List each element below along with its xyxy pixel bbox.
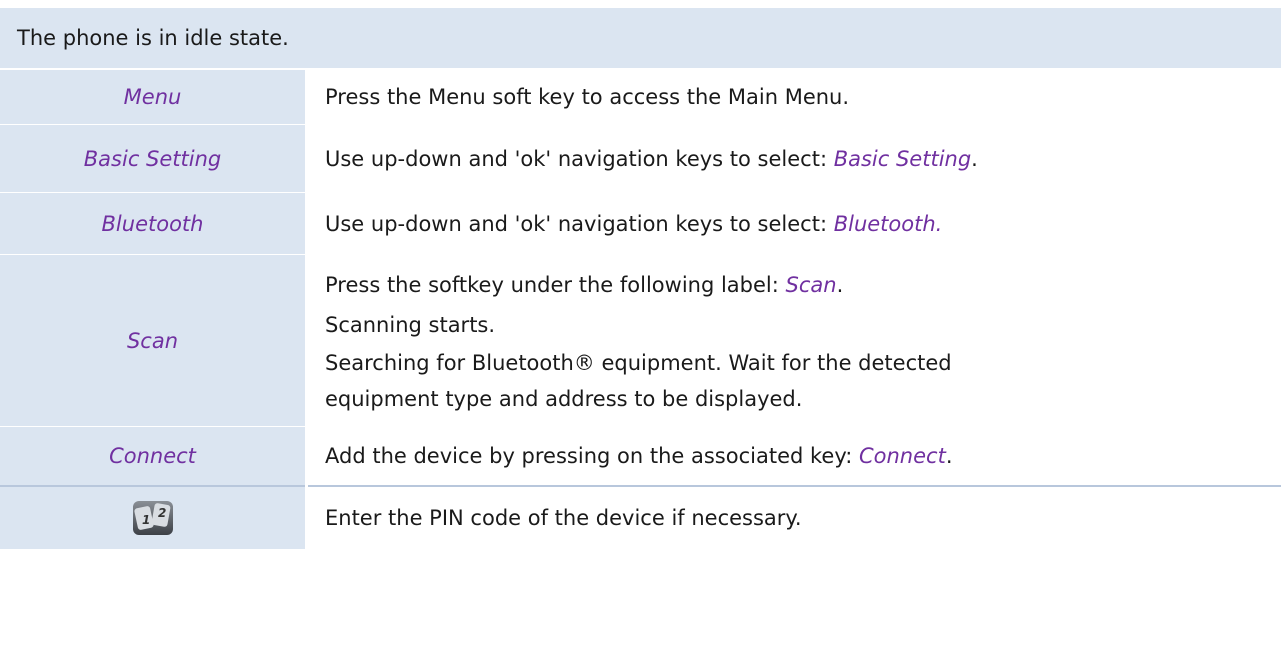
step-line-highlight: Scan [785,272,837,297]
step-desc-highlight: Bluetooth. [833,211,943,236]
step-desc-text: Add the device by pressing on the associ… [325,443,859,468]
svg-text:2: 2 [158,506,166,520]
header-text: The phone is in idle state. [17,26,289,50]
step-desc: Use up-down and 'ok' navigation keys to … [306,124,1281,193]
step-line-suffix: . [836,272,844,297]
step-desc-suffix: . [971,146,978,171]
svg-text:1: 1 [142,513,150,527]
procedure-document: The phone is in idle state. Menu Press t… [0,0,1281,664]
step-key-keypad: 1 2 [0,485,308,550]
step-row: Menu Press the Menu soft key to access t… [0,69,1281,125]
step-row: 1 2 Enter the PIN code of the device if … [0,485,1281,550]
step-line: Searching for Bluetooth® equipment. Wait… [325,350,952,375]
step-line: Scanning starts. [325,312,496,337]
step-line: Press the softkey under the following la… [325,265,1280,305]
step-row: Basic Setting Use up-down and 'ok' navig… [0,124,1281,193]
step-desc-highlight: Basic Setting [833,146,972,171]
step-key-basic-setting: Basic Setting [0,124,308,193]
step-desc: Add the device by pressing on the associ… [306,426,1281,487]
step-row: Scan Press the softkey under the followi… [0,254,1281,427]
step-desc-highlight: Connect [858,443,946,468]
step-line-text: Press the softkey under the following la… [325,272,786,297]
step-key-bluetooth: Bluetooth [0,192,308,255]
step-desc-suffix: . [945,443,953,468]
step-desc-text: Use up-down and 'ok' navigation keys to … [325,146,834,171]
step-desc: Enter the PIN code of the device if nece… [306,485,1281,550]
step-desc-text: Press the Menu soft key to access the Ma… [325,85,850,109]
procedure-header: The phone is in idle state. [0,8,1281,69]
step-desc-text: Use up-down and 'ok' navigation keys to … [325,211,834,236]
step-row: Bluetooth Use up-down and 'ok' navigatio… [0,192,1281,255]
step-desc: Press the softkey under the following la… [306,254,1281,427]
step-key-connect: Connect [0,426,308,487]
step-key-menu: Menu [0,69,308,125]
step-desc: Use up-down and 'ok' navigation keys to … [306,192,1281,255]
step-key-scan: Scan [0,254,308,427]
step-line: equipment type and address to be display… [325,386,803,411]
step-desc: Press the Menu soft key to access the Ma… [306,69,1281,125]
keypad-icon: 1 2 [130,495,176,541]
step-row: Connect Add the device by pressing on th… [0,426,1281,487]
steps-table: Menu Press the Menu soft key to access t… [0,69,1281,550]
step-desc-text: Enter the PIN code of the device if nece… [325,505,802,530]
